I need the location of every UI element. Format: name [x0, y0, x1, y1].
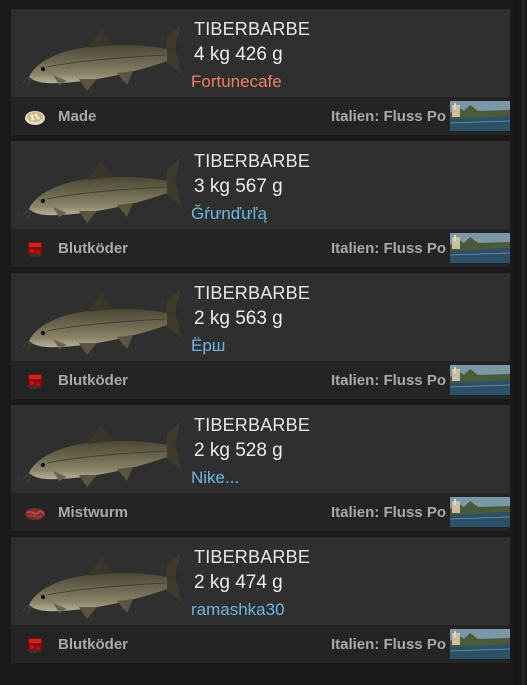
- catch-card-header: TIBERBARBE 2 kg 474 g ramashka30: [11, 537, 510, 625]
- fish-species-name: TIBERBARBE: [194, 19, 311, 39]
- barbel-fish-icon: [17, 279, 183, 359]
- location-name[interactable]: Italien: Fluss Po: [331, 240, 446, 257]
- location-name[interactable]: Italien: Fluss Po: [331, 636, 446, 653]
- blood-bait-icon: [24, 240, 46, 258]
- location-thumbnail-image[interactable]: [450, 365, 510, 395]
- scrollbar-thumb[interactable]: [522, 0, 525, 685]
- angler-name-link[interactable]: Nike...: [191, 468, 239, 488]
- angler-name-link[interactable]: Fortunecafe: [191, 72, 282, 92]
- fish-weight: 4 kg 426 g: [194, 44, 283, 65]
- location-thumbnail-image[interactable]: [450, 497, 510, 527]
- fish-weight: 2 kg 474 g: [194, 572, 283, 593]
- location-thumbnail-image[interactable]: [450, 101, 510, 131]
- maggots-icon: [24, 108, 46, 126]
- fish-weight: 2 kg 528 g: [194, 440, 283, 461]
- blood-bait-icon: [24, 636, 46, 654]
- catch-card-1[interactable]: TIBERBARBE 4 kg 426 g Fortunecafe Made I…: [11, 9, 510, 135]
- blood-bait-icon: [24, 372, 46, 390]
- catch-card-footer: Blutköder Italien: Fluss Po: [11, 229, 510, 267]
- fish-species-name: TIBERBARBE: [194, 283, 311, 303]
- fish-species-name: TIBERBARBE: [194, 547, 311, 567]
- catch-card-3[interactable]: TIBERBARBE 2 kg 563 g Ёрш Blutköder Ital…: [11, 273, 510, 399]
- catch-card-footer: Mistwurm Italien: Fluss Po: [11, 493, 510, 531]
- catch-card-header: TIBERBARBE 2 kg 528 g Nike...: [11, 405, 510, 493]
- dungworm-icon: [24, 504, 46, 522]
- fish-weight: 3 kg 567 g: [194, 176, 283, 197]
- catch-card-2[interactable]: TIBERBARBE 3 kg 567 g Ğŕưnďưľą Blutköder…: [11, 141, 510, 267]
- catch-card-footer: Made Italien: Fluss Po: [11, 97, 510, 135]
- catch-card-footer: Blutköder Italien: Fluss Po: [11, 625, 510, 663]
- fish-species-name: TIBERBARBE: [194, 415, 311, 435]
- angler-name-link[interactable]: Ёрш: [191, 336, 225, 356]
- barbel-fish-icon: [17, 147, 183, 227]
- location-name[interactable]: Italien: Fluss Po: [331, 504, 446, 521]
- fish-weight: 2 kg 563 g: [194, 308, 283, 329]
- location-thumbnail-image[interactable]: [450, 233, 510, 263]
- location-name[interactable]: Italien: Fluss Po: [331, 372, 446, 389]
- barbel-fish-icon: [17, 411, 183, 491]
- bait-name: Made: [58, 108, 97, 125]
- location-thumbnail-image[interactable]: [450, 629, 510, 659]
- angler-name-link[interactable]: ramashka30: [191, 600, 285, 620]
- angler-name-link[interactable]: Ğŕưnďưľą: [191, 204, 267, 224]
- location-name[interactable]: Italien: Fluss Po: [331, 108, 446, 125]
- catch-card-header: TIBERBARBE 4 kg 426 g Fortunecafe: [11, 9, 510, 97]
- catch-card-header: TIBERBARBE 2 kg 563 g Ёрш: [11, 273, 510, 361]
- barbel-fish-icon: [17, 15, 183, 95]
- barbel-fish-icon: [17, 543, 183, 623]
- catch-card-5[interactable]: TIBERBARBE 2 kg 474 g ramashka30 Blutköd…: [11, 537, 510, 663]
- catch-card-header: TIBERBARBE 3 kg 567 g Ğŕưnďưľą: [11, 141, 510, 229]
- catch-card-4[interactable]: TIBERBARBE 2 kg 528 g Nike... Mistwurm I…: [11, 405, 510, 531]
- bait-name: Mistwurm: [58, 504, 129, 521]
- bait-name: Blutköder: [58, 240, 129, 257]
- bait-name: Blutköder: [58, 372, 129, 389]
- bait-name: Blutköder: [58, 636, 129, 653]
- catch-card-footer: Blutköder Italien: Fluss Po: [11, 361, 510, 399]
- fish-species-name: TIBERBARBE: [194, 151, 311, 171]
